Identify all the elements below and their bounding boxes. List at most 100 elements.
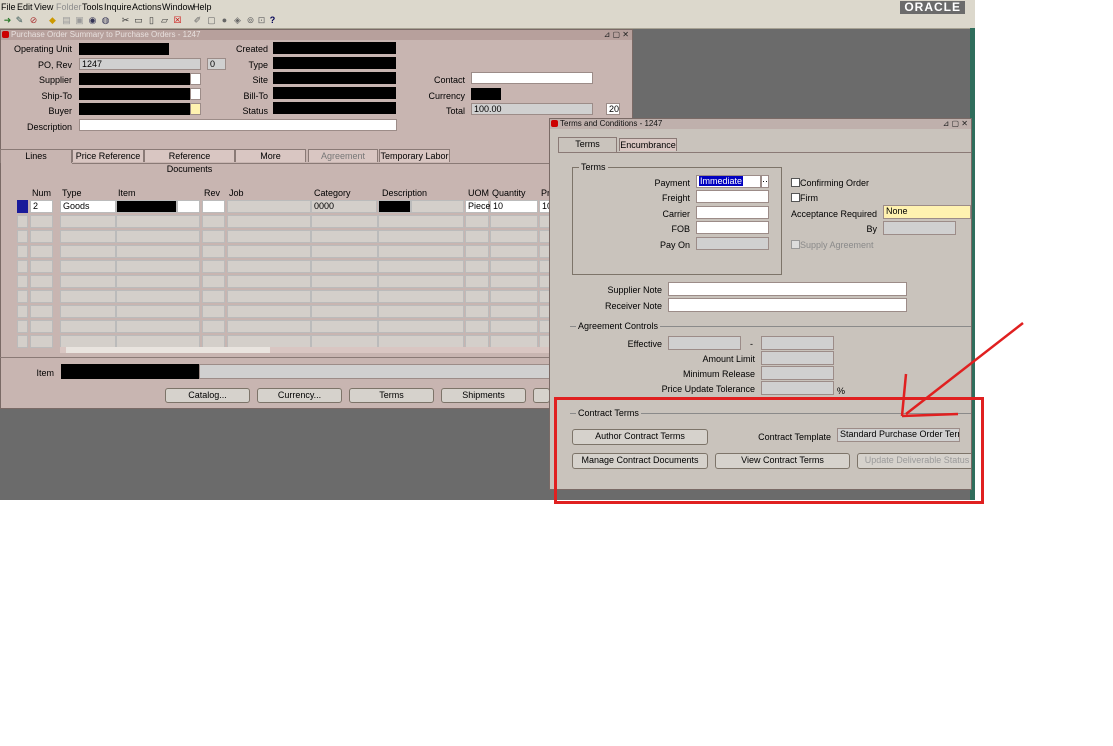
empty-cell[interactable]: [227, 230, 311, 243]
row-job[interactable]: [227, 200, 311, 213]
empty-cell[interactable]: [116, 320, 200, 333]
status-field[interactable]: [273, 102, 396, 114]
empty-cell[interactable]: [202, 245, 225, 258]
menu-tools[interactable]: Tools: [82, 2, 103, 12]
row-selector-empty[interactable]: [17, 245, 28, 258]
empty-cell[interactable]: [30, 215, 53, 228]
payment-field[interactable]: Immediate: [696, 175, 761, 188]
clear-field-icon[interactable]: ▱: [160, 16, 169, 25]
empty-cell[interactable]: [465, 320, 489, 333]
empty-cell[interactable]: [465, 305, 489, 318]
menu-help[interactable]: Help: [193, 2, 212, 12]
empty-cell[interactable]: [490, 215, 538, 228]
row-selector-empty[interactable]: [17, 230, 28, 243]
menu-folder[interactable]: Folder: [56, 2, 82, 12]
tab-reference-documents[interactable]: Reference Documents: [144, 149, 235, 174]
empty-cell[interactable]: [465, 290, 489, 303]
attachment-icon[interactable]: ▢: [207, 16, 216, 25]
tc-window-menu-icon[interactable]: [551, 120, 558, 127]
window-help-icon[interactable]: ⊡: [257, 16, 266, 25]
empty-cell[interactable]: [116, 215, 200, 228]
empty-cell[interactable]: [227, 260, 311, 273]
translate-icon[interactable]: ◈: [233, 16, 242, 25]
row-selector-empty[interactable]: [17, 290, 28, 303]
supplier-field[interactable]: [79, 73, 190, 85]
menu-window[interactable]: Window: [162, 2, 194, 12]
tab-more[interactable]: More: [235, 149, 306, 162]
description-field[interactable]: [79, 119, 397, 131]
menu-edit[interactable]: Edit: [17, 2, 33, 12]
empty-cell[interactable]: [116, 230, 200, 243]
empty-cell[interactable]: [490, 260, 538, 273]
empty-cell[interactable]: [60, 215, 116, 228]
save-icon[interactable]: ◆: [48, 16, 57, 25]
empty-cell[interactable]: [465, 215, 489, 228]
empty-cell[interactable]: [227, 245, 311, 258]
empty-cell[interactable]: [311, 260, 378, 273]
acceptance-required-field[interactable]: None: [883, 205, 971, 219]
tab-temporary-labor[interactable]: Temporary Labor: [379, 149, 450, 162]
row-item-lov[interactable]: [177, 200, 200, 213]
lines-scrollbar-thumb[interactable]: [66, 347, 270, 353]
shipments-button[interactable]: Shipments: [441, 388, 526, 403]
print-icon[interactable]: ▤: [62, 16, 71, 25]
empty-cell[interactable]: [227, 320, 311, 333]
row-description[interactable]: [378, 200, 411, 213]
row-selector-empty[interactable]: [17, 260, 28, 273]
ship-to-field[interactable]: [79, 88, 190, 100]
pay-on-field[interactable]: [696, 237, 769, 250]
empty-cell[interactable]: [378, 230, 464, 243]
tab-price-reference[interactable]: Price Reference: [72, 149, 144, 162]
empty-cell[interactable]: [378, 260, 464, 273]
navigator-icon[interactable]: ◉: [88, 16, 97, 25]
delete-icon[interactable]: ☒: [173, 16, 182, 25]
empty-cell[interactable]: [378, 290, 464, 303]
site-field[interactable]: [273, 72, 396, 84]
receiver-note-field[interactable]: [668, 298, 907, 312]
row-quantity[interactable]: 10: [490, 200, 538, 213]
row-selector-empty[interactable]: [17, 215, 28, 228]
window-menu-icon[interactable]: [2, 31, 9, 38]
po-number-field[interactable]: 1247: [79, 58, 201, 70]
empty-cell[interactable]: [116, 245, 200, 258]
empty-cell[interactable]: [465, 245, 489, 258]
fob-field[interactable]: [696, 221, 769, 234]
empty-cell[interactable]: [490, 305, 538, 318]
empty-cell[interactable]: [490, 320, 538, 333]
empty-cell[interactable]: [311, 215, 378, 228]
row-selector-empty[interactable]: [17, 275, 28, 288]
empty-cell[interactable]: [490, 230, 538, 243]
clear-icon[interactable]: ⊘: [29, 16, 38, 25]
menu-inquire[interactable]: Inquire: [104, 2, 132, 12]
price-update-tolerance-field[interactable]: [761, 381, 834, 395]
firm-checkbox[interactable]: [791, 193, 800, 202]
empty-cell[interactable]: [60, 320, 116, 333]
empty-cell[interactable]: [227, 275, 311, 288]
operating-unit-field[interactable]: [79, 43, 169, 55]
empty-cell[interactable]: [311, 290, 378, 303]
freight-field[interactable]: [696, 190, 769, 203]
row-rev[interactable]: [202, 200, 225, 213]
help-icon[interactable]: ?: [268, 16, 277, 25]
buyer-field[interactable]: [79, 103, 190, 115]
empty-cell[interactable]: [311, 275, 378, 288]
empty-cell[interactable]: [116, 290, 200, 303]
menu-view[interactable]: View: [34, 2, 53, 12]
empty-cell[interactable]: [60, 290, 116, 303]
tab-lines[interactable]: Lines: [0, 149, 72, 163]
empty-cell[interactable]: [202, 230, 225, 243]
clip-icon[interactable]: ⊚: [246, 16, 255, 25]
effective-to-field[interactable]: [761, 336, 834, 350]
bill-to-field[interactable]: [273, 87, 396, 99]
empty-cell[interactable]: [116, 260, 200, 273]
empty-cell[interactable]: [490, 245, 538, 258]
empty-cell[interactable]: [116, 275, 200, 288]
empty-cell[interactable]: [30, 245, 53, 258]
edit-field-icon[interactable]: ✐: [193, 16, 202, 25]
menu-file[interactable]: File: [1, 2, 16, 12]
empty-cell[interactable]: [202, 320, 225, 333]
empty-cell[interactable]: [465, 275, 489, 288]
folder-tools-icon[interactable]: ●: [220, 16, 229, 25]
empty-cell[interactable]: [116, 305, 200, 318]
tc-window-controls-icon[interactable]: ⊿ ▢ ✕: [943, 119, 968, 129]
